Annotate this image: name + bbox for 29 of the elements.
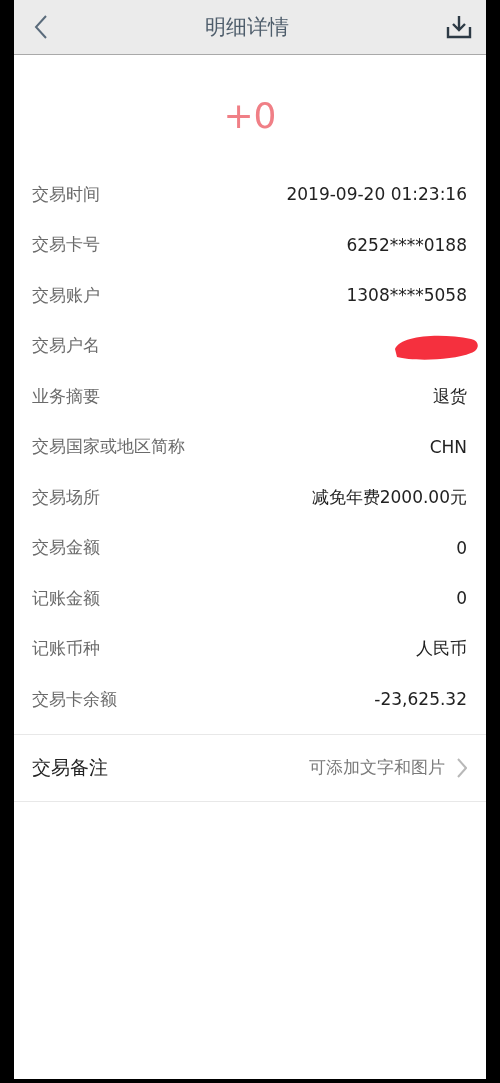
detail-value: -23,625.32 (374, 689, 467, 710)
detail-label: 记账金额 (32, 586, 100, 610)
detail-label: 交易卡余额 (32, 687, 117, 711)
detail-value: 0 (456, 537, 467, 558)
detail-label: 交易卡号 (32, 233, 100, 257)
detail-value: 人民币 (416, 637, 467, 661)
remark-placeholder: 可添加文字和图片 (309, 756, 445, 779)
detail-label: 交易国家或地区简称 (32, 435, 185, 459)
detail-value: 减免年费2000.00元 (311, 485, 467, 509)
amount: +0 (222, 94, 278, 138)
detail-value: 0 (456, 588, 467, 609)
chevron-icon (457, 757, 467, 778)
detail-value: CHN (429, 436, 467, 457)
detail-label: 记账币种 (32, 637, 100, 661)
detail-value: 2019-09-20 01:23:16 (286, 184, 467, 205)
back-icon[interactable] (34, 14, 48, 40)
detail-value: 退货 (433, 384, 467, 408)
detail-label: 交易时间 (32, 182, 100, 206)
detail-value: 1308****5058 (346, 285, 467, 306)
detail-value: 6252****0188 (346, 234, 467, 255)
detail-label: 交易金额 (32, 536, 100, 560)
remark-label: 交易备注 (32, 754, 109, 780)
detail-label: 交易场所 (32, 485, 100, 509)
page-title: 明细详情 (205, 14, 289, 41)
detail-label: 业务摘要 (32, 384, 100, 408)
detail-label: 交易账户 (32, 283, 100, 307)
remark-row[interactable]: 交易备注 可添加文字和图片 (14, 733, 486, 802)
download-icon[interactable] (446, 15, 472, 39)
detail-label: 交易户名 (32, 334, 100, 358)
